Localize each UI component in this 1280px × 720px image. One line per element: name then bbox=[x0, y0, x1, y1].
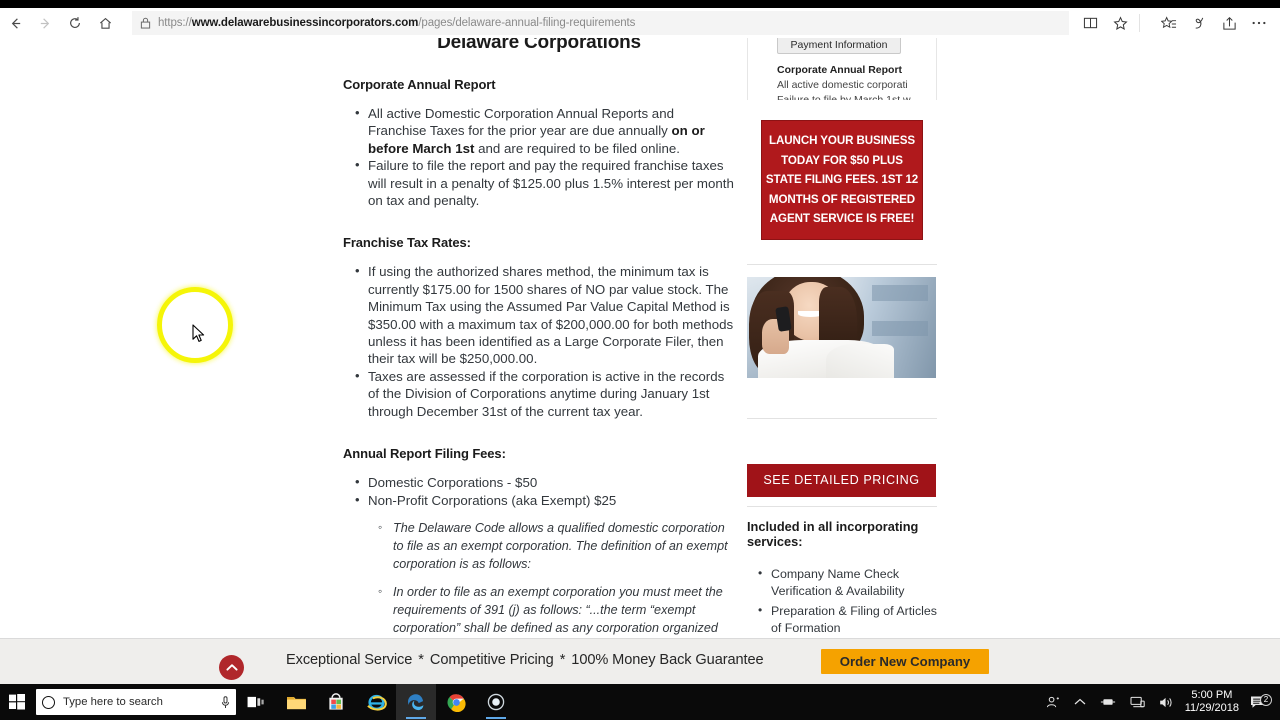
sub-list-item: The Delaware Code allows a qualified dom… bbox=[368, 518, 735, 573]
list-item-label: Non-Profit Corporations (aka Exempt) $25 bbox=[368, 492, 617, 508]
microsoft-store-icon[interactable] bbox=[316, 684, 356, 720]
more-options-icon[interactable] bbox=[1244, 8, 1274, 38]
list-item: Non-Profit Corporations (aka Exempt) $25… bbox=[343, 490, 735, 639]
section-heading-corporate-annual-report: Corporate Annual Report bbox=[343, 77, 496, 92]
see-detailed-pricing-button[interactable]: SEE DETAILED PRICING bbox=[747, 464, 936, 497]
forward-button[interactable] bbox=[30, 8, 60, 38]
promo-banner[interactable]: LAUNCH YOUR BUSINESS TODAY FOR $50 PLUS … bbox=[761, 120, 923, 240]
toolbar-divider bbox=[1139, 14, 1140, 32]
click-highlight-ring bbox=[157, 287, 233, 363]
list-item: Preparation & Filing of Articles of Form… bbox=[747, 602, 937, 637]
browser-toolbar: https://www.delawarebusinessincorporator… bbox=[0, 8, 1280, 38]
favorites-hub-icon[interactable] bbox=[1154, 8, 1184, 38]
included-services-list: Company Name Check Verification & Availa… bbox=[747, 565, 937, 638]
home-icon[interactable] bbox=[90, 8, 120, 38]
included-services-heading: Included in all incorporating services: bbox=[747, 519, 919, 549]
widget-line-2: Failure to file by March 1st w bbox=[777, 94, 911, 100]
screen-recorder-icon[interactable] bbox=[476, 684, 516, 720]
article-main-column: Delaware Corporations Corporate Annual R… bbox=[343, 38, 735, 638]
back-button[interactable] bbox=[0, 8, 30, 38]
sidebar-divider-bottom bbox=[747, 506, 937, 507]
network-icon[interactable] bbox=[1123, 696, 1152, 709]
refresh-icon[interactable] bbox=[60, 8, 90, 38]
bullet-list-franchise-tax-rates: If using the authorized shares method, t… bbox=[343, 262, 735, 420]
clock-date: 11/29/2018 bbox=[1184, 702, 1239, 714]
reading-view-icon[interactable] bbox=[1075, 8, 1105, 38]
payment-info-widget: Payment Information Corporate Annual Rep… bbox=[747, 38, 937, 100]
widget-heading: Corporate Annual Report bbox=[777, 64, 903, 76]
clock-time: 5:00 PM bbox=[1191, 689, 1233, 701]
favorite-star-icon[interactable] bbox=[1105, 8, 1135, 38]
mouse-cursor bbox=[192, 324, 206, 349]
section-heading-franchise-tax-rates: Franchise Tax Rates: bbox=[343, 235, 471, 251]
bottom-bar-tagline: Exceptional Service * Competitive Pricing *… bbox=[286, 652, 764, 668]
sub-list-item-label: In order to file as an exempt corporatio… bbox=[393, 584, 723, 635]
start-button[interactable] bbox=[0, 684, 34, 720]
list-item: If using the authorized shares method, t… bbox=[343, 262, 735, 367]
order-new-company-button[interactable]: Order New Company bbox=[821, 649, 989, 674]
bullet-list-corporate-annual-report: All active Domestic Corporation Annual R… bbox=[343, 104, 735, 209]
windows-logo-icon bbox=[9, 694, 25, 710]
lock-icon bbox=[140, 17, 151, 29]
internet-explorer-icon[interactable] bbox=[356, 684, 396, 720]
bullet-list-filing-fees: Domestic Corporations - $50 Non-Profit C… bbox=[343, 473, 735, 639]
scroll-to-top-button[interactable] bbox=[219, 655, 244, 680]
file-explorer-icon[interactable] bbox=[276, 684, 316, 720]
screen: https://www.delawarebusinessincorporator… bbox=[0, 0, 1280, 720]
tab-strip bbox=[0, 0, 1280, 8]
sub-bullet-list: The Delaware Code allows a qualified dom… bbox=[368, 518, 735, 638]
sidebar-divider-top bbox=[747, 264, 937, 265]
address-bar[interactable]: https://www.delawarebusinessincorporator… bbox=[132, 11, 1069, 35]
promo-banner-text: LAUNCH YOUR BUSINESS TODAY FOR $50 PLUS … bbox=[765, 134, 919, 226]
list-item: Domestic Corporations - $50 bbox=[343, 473, 735, 491]
show-hidden-icons-chevron-icon[interactable] bbox=[1067, 698, 1093, 706]
microphone-icon[interactable] bbox=[221, 695, 230, 709]
share-icon[interactable] bbox=[1214, 8, 1244, 38]
sidebar-photo bbox=[747, 277, 936, 378]
widget-line-1: All active domestic corporati bbox=[777, 79, 908, 91]
active-app-underline bbox=[486, 717, 506, 719]
list-item: Company Name Check Verification & Availa… bbox=[747, 565, 937, 600]
list-item: All active Domestic Corporation Annual R… bbox=[343, 104, 735, 157]
list-item: Taxes are assessed if the corporation is… bbox=[343, 367, 735, 420]
volume-icon[interactable] bbox=[1152, 696, 1181, 709]
search-input[interactable]: Type here to search bbox=[36, 689, 236, 715]
sub-list-item: In order to file as an exempt corporatio… bbox=[368, 582, 735, 638]
removable-media-icon[interactable] bbox=[1093, 696, 1123, 708]
people-icon[interactable] bbox=[1039, 695, 1067, 709]
system-tray: 5:00 PM 11/29/2018 2 bbox=[1039, 684, 1280, 720]
google-chrome-icon[interactable] bbox=[436, 684, 476, 720]
web-note-pen-icon[interactable] bbox=[1184, 8, 1214, 38]
chevron-up-icon bbox=[225, 664, 238, 671]
notification-badge: 2 bbox=[1260, 693, 1272, 706]
photo-shirt-right bbox=[826, 343, 895, 378]
list-item: Failure to file the report and pay the r… bbox=[343, 156, 735, 209]
payment-information-button[interactable]: Payment Information bbox=[777, 38, 901, 54]
page-title: Delaware Corporations bbox=[437, 38, 641, 53]
web-page-viewport: Delaware Corporations Corporate Annual R… bbox=[0, 38, 1280, 638]
sidebar-divider-middle bbox=[747, 418, 937, 419]
photo-band bbox=[871, 321, 929, 336]
section-heading-annual-report-filing-fees: Annual Report Filing Fees: bbox=[343, 446, 506, 462]
notification-center-icon[interactable]: 2 bbox=[1247, 693, 1276, 710]
photo-band bbox=[871, 285, 929, 302]
search-placeholder: Type here to search bbox=[63, 696, 163, 708]
taskbar-clock[interactable]: 5:00 PM 11/29/2018 bbox=[1181, 689, 1247, 715]
active-app-underline bbox=[406, 717, 426, 719]
url-text: https://www.delawarebusinessincorporator… bbox=[158, 17, 636, 29]
windows-taskbar: Type here to search 5:00 PM 11/29/2018 2 bbox=[0, 684, 1280, 720]
cortana-circle-icon bbox=[42, 695, 55, 709]
task-view-icon[interactable] bbox=[236, 684, 276, 720]
microsoft-edge-icon[interactable] bbox=[396, 684, 436, 720]
